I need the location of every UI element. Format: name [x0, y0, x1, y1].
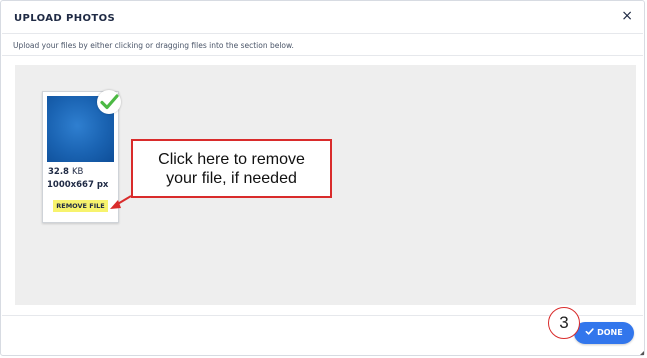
- done-label: DONE: [597, 328, 623, 337]
- file-dimensions: 1000x667 px: [47, 180, 109, 190]
- resize-handle-icon[interactable]: [640, 351, 644, 355]
- remove-file-button[interactable]: REMOVE FILE: [53, 200, 108, 212]
- dialog-subtitle: Upload your files by either clicking or …: [13, 41, 294, 50]
- footer-divider: [2, 315, 643, 316]
- file-size-value: 32.8: [48, 167, 69, 177]
- callout-line-2: your file, if needed: [166, 170, 297, 187]
- dialog-title: UPLOAD PHOTOS: [14, 13, 116, 24]
- callout-line-1: Click here to remove: [158, 151, 305, 168]
- done-button[interactable]: DONE: [574, 322, 634, 344]
- header-divider: [2, 33, 643, 34]
- step-marker: 3: [548, 307, 580, 339]
- subtitle-divider: [2, 55, 643, 56]
- file-preview-card: 32.8 KB 1000x667 px REMOVE FILE: [42, 90, 121, 223]
- annotation-callout: Click here to remove your file, if neede…: [131, 139, 332, 198]
- checkmark-icon: [585, 328, 597, 337]
- file-size: 32.8 KB: [48, 167, 83, 177]
- checkmark-icon: [97, 90, 121, 114]
- close-icon[interactable]: ×: [621, 9, 633, 23]
- file-size-unit: KB: [71, 167, 84, 177]
